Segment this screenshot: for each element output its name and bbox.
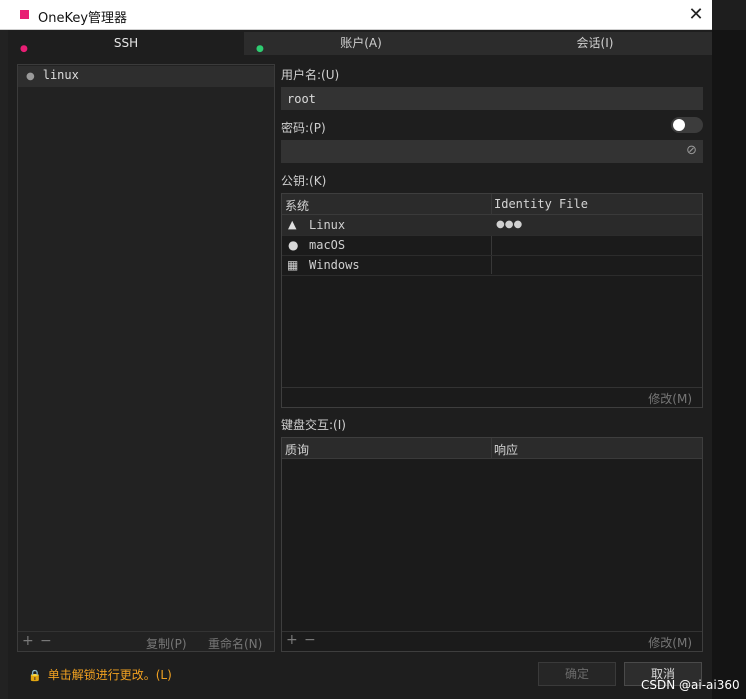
table-footer: + − 修改(M) bbox=[282, 631, 702, 652]
watermark-text: CSDN @ai-ai360 bbox=[641, 678, 740, 692]
rename-button[interactable]: 重命名(N) bbox=[208, 635, 262, 652]
column-divider bbox=[491, 438, 492, 458]
remove-button[interactable]: − bbox=[304, 632, 316, 648]
background-window bbox=[712, 30, 746, 699]
eye-off-icon[interactable]: ⊘ bbox=[686, 143, 697, 158]
modify-button[interactable]: 修改(M) bbox=[648, 634, 692, 651]
keyboard-interactive-table[interactable]: 质询 响应 + − 修改(M) bbox=[281, 437, 703, 652]
remove-button[interactable]: − bbox=[40, 633, 52, 649]
window-title: OneKey管理器 bbox=[38, 11, 128, 26]
tab-dot-icon: ● bbox=[20, 44, 28, 54]
password-label: 密码:(P) bbox=[281, 121, 326, 135]
tab-label: SSH bbox=[113, 36, 139, 50]
lock-icon: 🔒 bbox=[28, 669, 42, 682]
copy-button[interactable]: 复制(P) bbox=[146, 635, 187, 652]
close-icon[interactable]: ✕ bbox=[684, 4, 708, 26]
system-cell: macOS bbox=[309, 238, 346, 252]
identity-file-cell: ●●● bbox=[496, 219, 523, 230]
background-window-left bbox=[0, 30, 8, 699]
pubkey-table[interactable]: 系统 Identity File ▲ Linux ●●● ● macOS ▦ W… bbox=[281, 193, 703, 408]
tab-ssh[interactable]: ● SSH bbox=[8, 32, 245, 55]
windows-icon: ▦ bbox=[287, 258, 299, 272]
list-item[interactable]: ● linux bbox=[26, 68, 79, 82]
modify-button[interactable]: 修改(M) bbox=[648, 390, 692, 407]
tab-account[interactable]: ● 账户(A) bbox=[244, 32, 479, 55]
column-header: 系统 bbox=[285, 199, 310, 213]
table-row[interactable]: ▦ Windows bbox=[282, 255, 702, 276]
table-footer: 修改(M) bbox=[282, 387, 702, 408]
tab-label: 账户(A) bbox=[340, 36, 382, 50]
add-button[interactable]: + bbox=[22, 633, 34, 649]
column-header: Identity File bbox=[494, 197, 588, 211]
tab-dot-icon: ● bbox=[256, 44, 264, 54]
host-list[interactable] bbox=[17, 64, 275, 652]
table-header: 质询 响应 bbox=[282, 438, 702, 459]
apple-icon: ● bbox=[288, 238, 299, 252]
unlock-text: 单击解锁进行更改。(L) bbox=[47, 668, 172, 682]
username-input[interactable] bbox=[281, 87, 703, 110]
bullet-icon: ● bbox=[26, 71, 35, 82]
add-button[interactable]: + bbox=[286, 632, 298, 648]
pubkey-label: 公钥:(K) bbox=[281, 174, 327, 188]
password-toggle[interactable] bbox=[671, 117, 703, 133]
keyboard-interactive-label: 键盘交互:(I) bbox=[281, 418, 346, 432]
tab-session[interactable]: 会话(I) bbox=[478, 32, 712, 55]
toggle-knob bbox=[673, 119, 685, 131]
password-input[interactable]: ⊘ bbox=[281, 140, 703, 163]
table-header: 系统 Identity File bbox=[282, 194, 702, 215]
unlock-link[interactable]: 🔒 单击解锁进行更改。(L) bbox=[28, 666, 172, 683]
username-label: 用户名:(U) bbox=[281, 68, 340, 82]
tab-label: 会话(I) bbox=[576, 36, 614, 50]
column-header: 响应 bbox=[494, 443, 519, 457]
table-row[interactable]: ● macOS bbox=[282, 235, 702, 256]
ok-button[interactable]: 确定 bbox=[538, 662, 616, 686]
list-footer: + − 复制(P) 重命名(N) bbox=[18, 631, 274, 651]
app-icon bbox=[20, 10, 29, 19]
tab-bar: ● SSH ● 账户(A) 会话(I) bbox=[8, 32, 712, 56]
table-row[interactable]: ▲ Linux ●●● bbox=[282, 215, 702, 236]
list-item-label: linux bbox=[42, 68, 79, 82]
system-cell: Linux bbox=[309, 218, 346, 232]
linux-icon: ▲ bbox=[288, 218, 297, 231]
system-cell: Windows bbox=[309, 258, 360, 272]
column-header: 质询 bbox=[285, 443, 310, 457]
